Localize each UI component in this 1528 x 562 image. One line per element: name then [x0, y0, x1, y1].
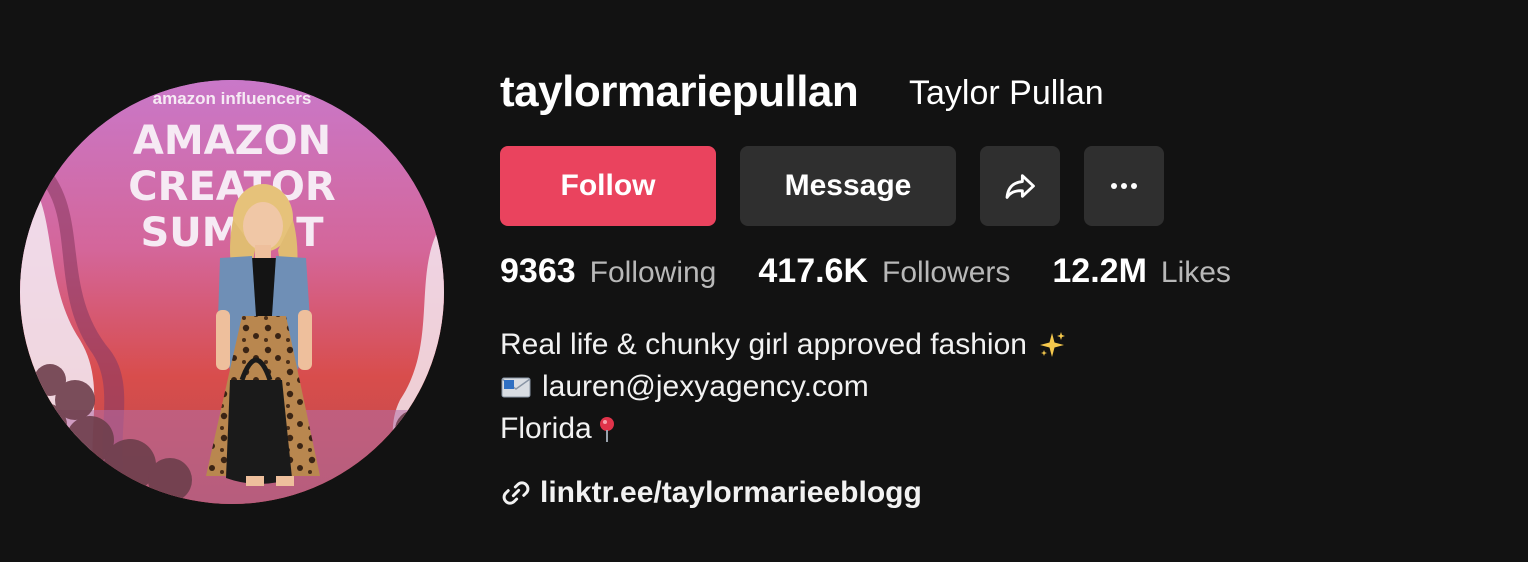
followers-count: 417.6K — [758, 252, 869, 290]
more-options-button[interactable] — [1084, 146, 1164, 226]
following-label: Following — [589, 256, 717, 289]
profile-link[interactable]: linktr.ee/taylormarieeblogg — [500, 476, 922, 510]
username: taylormariepullan — [500, 67, 859, 116]
following-count: 9363 — [500, 252, 576, 290]
bio-line-1: Real life & chunky girl approved fashion — [500, 324, 1067, 366]
follow-button[interactable]: Follow — [500, 146, 716, 226]
stat-following[interactable]: 9363 Following — [500, 252, 716, 291]
message-button[interactable]: Message — [740, 146, 956, 226]
likes-count: 12.2M — [1052, 252, 1147, 290]
followers-label: Followers — [882, 256, 1011, 289]
message-button-label: Message — [784, 169, 912, 202]
avatar-sign-line2: CREATOR — [128, 164, 335, 210]
avatar-photo: amazon influencers AMAZON CREATOR SUMMIT — [20, 80, 444, 504]
display-name: Taylor Pullan — [909, 74, 1104, 112]
email-envelope-icon — [501, 377, 531, 398]
follow-button-label: Follow — [560, 169, 656, 202]
bio-email-text: lauren@jexyagency.com — [542, 370, 869, 403]
share-button[interactable] — [980, 146, 1060, 226]
avatar-sign-line1: AMAZON — [133, 118, 331, 164]
profile-stats: 9363 Following 417.6K Followers 12.2M Li… — [500, 252, 1273, 291]
more-dots-icon — [1111, 183, 1137, 189]
bio-line-2: lauren@jexyagency.com — [500, 366, 1067, 408]
likes-label: Likes — [1160, 256, 1231, 289]
profile-bio: Real life & chunky girl approved fashion… — [500, 324, 1067, 450]
bio-line-1-text: Real life & chunky girl approved fashion — [500, 328, 1027, 361]
sparkles-icon — [1039, 332, 1065, 357]
stat-likes: 12.2M Likes — [1052, 252, 1231, 291]
round-pushpin-icon — [599, 417, 614, 442]
profile-header: amazon influencers AMAZON CREATOR SUMMIT — [0, 0, 1528, 562]
avatar-brand-text: amazon influencers — [153, 89, 312, 108]
profile-link-text[interactable]: linktr.ee/taylormarieeblogg — [540, 476, 922, 510]
stat-followers[interactable]: 417.6K Followers — [758, 252, 1010, 291]
bio-location-text: Florida — [500, 412, 592, 445]
share-arrow-icon — [1005, 174, 1035, 199]
profile-avatar[interactable]: amazon influencers AMAZON CREATOR SUMMIT — [20, 80, 444, 504]
bio-line-3: Florida — [500, 408, 1067, 450]
link-icon — [502, 481, 530, 505]
